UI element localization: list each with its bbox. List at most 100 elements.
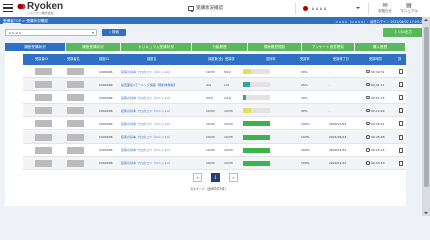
tab-survey-answers[interactable]: アンケート回答閲覧 — [302, 43, 355, 51]
course-name-link[interactable]: 接客の基本 プロのコツ（ユニット1） — [121, 159, 172, 167]
detail-icon[interactable] — [399, 69, 403, 75]
page-scrollbar[interactable] — [422, 17, 430, 216]
th-course-id: 講座ID — [99, 57, 109, 61]
th-progress: 進捗率 — [266, 57, 276, 61]
complete-date-cell: - — [329, 69, 331, 74]
detail-icon[interactable] — [399, 147, 403, 153]
total-cell: 10/33 — [206, 148, 215, 153]
page-1-button[interactable]: 1 — [211, 173, 220, 182]
tab-curriculum-status[interactable]: カリキュラム受講状況 — [121, 43, 192, 51]
detail-icon[interactable] — [399, 82, 403, 88]
search-button[interactable]: ⌕ 検索 — [102, 29, 126, 36]
course-name-link[interactable]: 接客の基本 プロのコツ（ユニット1） — [121, 120, 172, 128]
complete-date-cell: 2020/12/31 — [329, 161, 347, 166]
th-user-name: 受講者名 — [67, 57, 80, 61]
detail-icon[interactable] — [399, 134, 403, 140]
progress-bar — [243, 121, 270, 127]
course-id-cell: C000009 — [99, 82, 113, 87]
clock-icon — [366, 108, 370, 113]
course-name-link[interactable]: 採否面接eラーニング講座【無料体験版】 — [121, 81, 177, 89]
tab-bar: 講座受講状況 講座受講状況 カリキュラム受講状況 行動履歴 視聴履歴閲覧 アンケ… — [5, 43, 406, 51]
progress-bar — [243, 69, 270, 75]
table-row: C000006 接客の基本 プロのコツ（ユニット1） 10/33 10/33 100% 2… — [23, 156, 406, 170]
rate-cell: 30% — [301, 108, 308, 113]
masked-user-id — [35, 159, 52, 167]
time-cell: 00:01:11 — [371, 82, 385, 87]
monitor-icon — [188, 5, 194, 12]
course-id-cell: C000006 — [99, 121, 113, 126]
masked-user-name — [67, 68, 84, 76]
progress-bar-fill — [243, 121, 270, 127]
breadcrumb-current: 受講状況確認 — [26, 18, 48, 23]
th-detail: 詳 — [398, 57, 402, 61]
total-cell: 10/33 — [206, 161, 215, 166]
scroll-thumb[interactable] — [423, 27, 429, 187]
complete-date-cell: - — [329, 82, 331, 87]
notice-button[interactable]: ✉ お知らせ — [375, 2, 395, 15]
complete-date-cell: 2021/04/13 — [329, 135, 347, 140]
course-id-cell: C000006 — [99, 95, 113, 100]
done-cell: 10/33 — [224, 108, 233, 113]
progress-bar — [243, 147, 270, 153]
th-done: 受講済 — [225, 57, 235, 61]
manual-button[interactable]: ▤ マニュアル — [399, 2, 419, 15]
detail-icon[interactable] — [399, 160, 403, 166]
next-page-button[interactable]: » — [229, 173, 238, 182]
csv-export-button[interactable]: ⇩ CSV出力 — [383, 28, 423, 37]
status-check-button[interactable]: 受講状況確認 — [188, 3, 240, 13]
clock-icon — [366, 148, 370, 152]
progress-bar — [243, 82, 270, 88]
course-name-link[interactable]: 接客の基本 プロのコツ（ユニット1） — [121, 94, 172, 102]
time-cell: 00:35:41 — [371, 121, 385, 126]
login-info: ｕｕｕｕ（ｕｕｕｕ）：最終ログイン 2021/06/02 17:03:27 — [335, 19, 424, 24]
masked-user-id — [35, 107, 52, 115]
clock-icon — [366, 82, 370, 87]
app-header: Ryoken リョーケン株式会社 受講状況確認 ｕｕｕｕ ✉ お知らせ ▤ マニ… — [0, 0, 430, 17]
course-name-link[interactable]: 接客の基本 プロのコツ（ユニット1） — [121, 68, 172, 76]
user-menu[interactable]: ｕｕｕｕ — [295, 3, 369, 14]
time-cell: 00:25:48 — [371, 135, 385, 140]
course-name-link[interactable]: 接客の基本 プロのコツ（ユニット1） — [121, 146, 172, 154]
detail-icon[interactable] — [399, 95, 403, 101]
csv-label: CSV出力 — [398, 30, 413, 34]
complete-date-cell: 2020/12/31 — [329, 148, 347, 153]
notice-label: お知らせ — [378, 9, 392, 13]
rate-cell: 100% — [301, 135, 310, 140]
prev-page-button[interactable]: « — [193, 173, 202, 182]
progress-bar-fill — [243, 134, 270, 140]
course-select-value: ｕｕｕｕ — [8, 31, 22, 35]
scroll-up-arrow-icon[interactable] — [424, 19, 428, 21]
done-cell: 5/10 — [224, 69, 231, 74]
scroll-down-arrow-icon[interactable] — [424, 212, 428, 214]
pagination-summary: 1/1ページ（全8件中1件） — [190, 187, 228, 191]
course-select[interactable]: ｕｕｕｕ — [5, 29, 97, 36]
course-name-link[interactable]: 接客の基本 プロのコツ（ユニット1） — [121, 133, 172, 141]
breadcrumb: 受講者TOP > 受講状況確認 — [3, 19, 48, 24]
detail-icon[interactable] — [399, 108, 403, 114]
clock-icon — [366, 95, 370, 100]
tab-course-status[interactable]: 講座受講状況 — [5, 43, 66, 51]
user-name: ｕｕｕｕ — [311, 6, 327, 11]
total-cell: 10/33 — [206, 108, 215, 113]
time-cell: 00:03:43 — [371, 161, 385, 166]
tab-purchase-history[interactable]: 購入履歴 — [355, 43, 406, 51]
envelope-icon: ✉ — [382, 2, 388, 9]
table-row: C000006 接客の基本 プロのコツ（ユニット1） 10/33 10/33 100% 2… — [23, 144, 406, 157]
detail-icon[interactable] — [399, 121, 403, 127]
tab-course-status-2[interactable]: 講座受講状況 — [66, 43, 121, 51]
done-cell: 10/33 — [224, 161, 233, 166]
tab-view-history[interactable]: 視聴履歴閲覧 — [248, 43, 302, 51]
progress-bar-fill — [243, 69, 252, 75]
breadcrumb-top-link[interactable]: 受講者TOP — [3, 19, 21, 23]
breadcrumb-separator: > — [22, 18, 26, 23]
course-name-link[interactable]: 接客の基本 プロのコツ（ユニット1） — [121, 107, 172, 115]
menu-icon[interactable] — [3, 3, 13, 13]
total-cell: 10/33 — [206, 135, 215, 140]
masked-user-id — [35, 120, 52, 128]
th-course-name: 講座名 — [147, 57, 157, 61]
done-cell: 1/10 — [224, 95, 231, 100]
time-cell: 00:25:14 — [371, 148, 385, 153]
tab-action-history[interactable]: 行動履歴 — [192, 43, 248, 51]
time-cell: 00:32:31 — [371, 69, 385, 74]
masked-user-id — [35, 133, 52, 141]
